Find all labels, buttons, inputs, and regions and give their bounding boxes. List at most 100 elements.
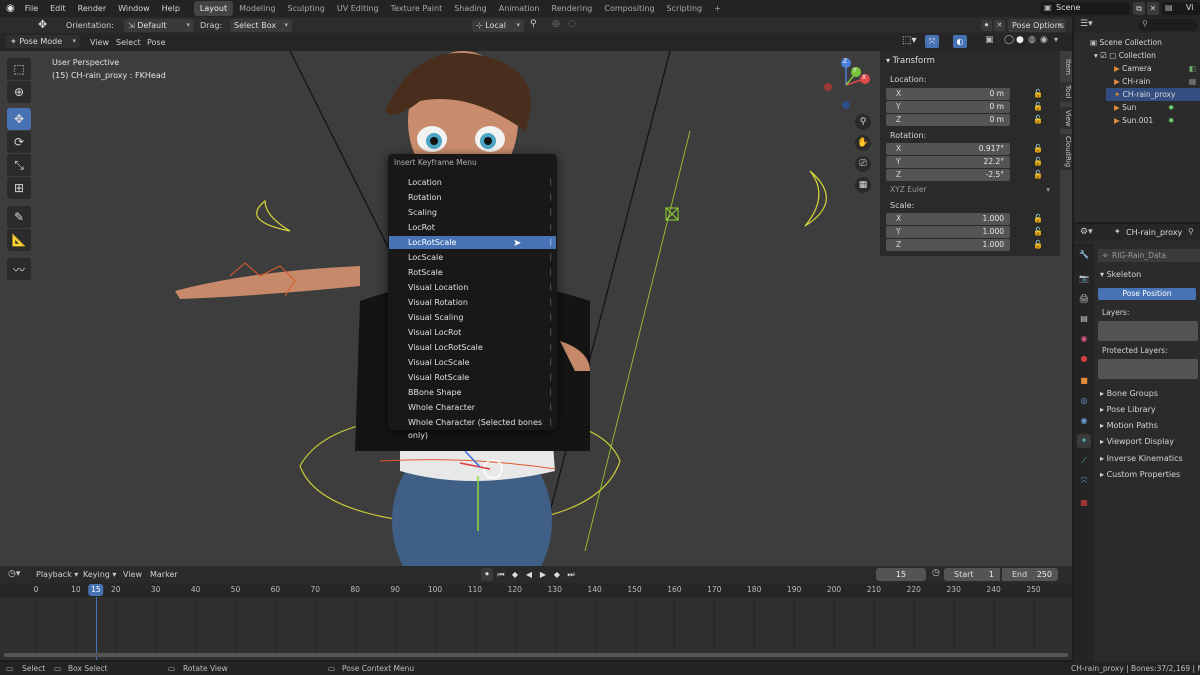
zoom-icon[interactable]: ⚲ bbox=[855, 114, 871, 130]
tab-tool[interactable]: Tool bbox=[1060, 82, 1072, 102]
lock-icon[interactable]: 🔓 bbox=[1033, 214, 1043, 223]
armature-data-tab-icon[interactable]: ✦ bbox=[1077, 434, 1091, 448]
tab-sculpting[interactable]: Sculpting bbox=[282, 1, 331, 16]
menu-item-visual-rotation[interactable]: Visual Rotation | bbox=[389, 296, 556, 309]
rotation-z-field[interactable]: Z -2.5° bbox=[886, 169, 1010, 181]
tab-cloudrig[interactable]: CloudRig bbox=[1060, 134, 1072, 170]
protected-layers-grid[interactable] bbox=[1098, 359, 1198, 379]
lock-icon[interactable]: 🔓 bbox=[1033, 102, 1043, 111]
jump-start-icon[interactable]: ⏮ bbox=[495, 568, 507, 581]
panel-bone-groups[interactable]: ▸ Bone Groups bbox=[1100, 389, 1158, 398]
scene-tab-icon[interactable]: ◉ bbox=[1077, 332, 1091, 346]
perspective-toggle-icon[interactable]: ▦ bbox=[855, 177, 871, 193]
annotate-tool-icon[interactable]: ✎ bbox=[7, 206, 31, 228]
location-z-field[interactable]: Z 0 m bbox=[886, 114, 1010, 126]
close-icon[interactable]: ✕ bbox=[994, 20, 1005, 31]
pivot-icon[interactable]: ◌ bbox=[568, 19, 576, 29]
menu-item-visual-location[interactable]: Visual Location | bbox=[389, 281, 556, 294]
render-tab-icon[interactable]: 📷 bbox=[1077, 272, 1091, 286]
menu-view[interactable]: View bbox=[90, 36, 109, 49]
pose-position-button[interactable]: Pose Position bbox=[1098, 288, 1196, 300]
drag-dropdown[interactable]: Select Box ▾ bbox=[230, 19, 292, 32]
blender-logo-icon[interactable]: ◉ bbox=[6, 3, 15, 14]
skeleton-panel-header[interactable]: ▾ Skeleton bbox=[1100, 270, 1141, 279]
bone-size-tool-icon[interactable]: 〰 bbox=[7, 258, 31, 280]
tab-item[interactable]: Item bbox=[1060, 56, 1072, 78]
close-scene-icon[interactable]: ✕ bbox=[1147, 2, 1159, 15]
menu-item-locrotscale[interactable]: LocRotScale | ➤ bbox=[389, 236, 556, 249]
menu-item-whole-character[interactable]: Whole Character | bbox=[389, 401, 556, 414]
menu-select[interactable]: Select bbox=[116, 36, 141, 49]
menu-help[interactable]: Help bbox=[156, 0, 186, 17]
menu-item-visual-locrot[interactable]: Visual LocRot | bbox=[389, 326, 556, 339]
armature-data-field[interactable]: ✧ RIG-Rain_Data bbox=[1098, 249, 1200, 262]
lock-icon[interactable]: 🔓 bbox=[1033, 157, 1043, 166]
menu-item-visual-scaling[interactable]: Visual Scaling | bbox=[389, 311, 556, 324]
play-icon[interactable]: ▶ bbox=[537, 568, 549, 581]
tab-compositing[interactable]: Compositing bbox=[598, 1, 660, 16]
move-tool-icon[interactable]: ✥ bbox=[7, 108, 31, 130]
panel-custom-properties[interactable]: ▸ Custom Properties bbox=[1100, 470, 1180, 479]
tool-tab-icon[interactable]: 🔧 bbox=[1077, 248, 1091, 262]
outliner-row-sun-001[interactable]: ▶ Sun.001 ✹ bbox=[1114, 114, 1198, 127]
transform-space-dropdown[interactable]: ⊹ Local ▾ bbox=[472, 19, 524, 32]
outliner-search-input[interactable]: ⚲ bbox=[1138, 19, 1198, 31]
layers-grid[interactable] bbox=[1098, 321, 1198, 341]
menu-item-rotation[interactable]: Rotation | bbox=[389, 191, 556, 204]
scene-selector[interactable]: ▣ Scene bbox=[1040, 2, 1130, 15]
timeline-scrollbar[interactable] bbox=[4, 653, 1068, 657]
navigation-gizmo[interactable]: Z Y X bbox=[822, 57, 872, 111]
tab-animation[interactable]: Animation bbox=[493, 1, 546, 16]
tab-uv-editing[interactable]: UV Editing bbox=[331, 1, 385, 16]
overlays-toggle-icon[interactable]: ◐ bbox=[953, 35, 967, 48]
object-tab-icon[interactable]: ■ bbox=[1077, 374, 1091, 388]
scale-tool-icon[interactable]: ⤡ bbox=[7, 154, 31, 176]
timeline-menu-view[interactable]: View bbox=[123, 568, 142, 581]
view-layer-tab-icon[interactable]: ▤ bbox=[1077, 312, 1091, 326]
outliner-row-camera[interactable]: ▶ Camera ◧ bbox=[1114, 62, 1198, 75]
outliner-row-collection[interactable]: ▾ ☑ ▢ Collection bbox=[1094, 49, 1156, 62]
outliner-row-ch-rain[interactable]: ▶ CH-rain ▤ bbox=[1114, 75, 1198, 88]
auto-keying-icon[interactable]: ⏺ bbox=[981, 20, 992, 31]
record-icon[interactable]: ⏺ bbox=[481, 568, 493, 581]
menu-item-locrot[interactable]: LocRot | bbox=[389, 221, 556, 234]
end-frame-field[interactable]: End 250 bbox=[1002, 568, 1058, 581]
timeline-editor-icon[interactable]: ◷▾ bbox=[8, 569, 20, 579]
menu-edit[interactable]: Edit bbox=[44, 0, 72, 17]
next-keyframe-icon[interactable]: ◆ bbox=[551, 568, 563, 581]
menu-window[interactable]: Window bbox=[112, 0, 156, 17]
menu-item-visual-locscale[interactable]: Visual LocScale | bbox=[389, 356, 556, 369]
menu-item-locscale[interactable]: LocScale | bbox=[389, 251, 556, 264]
rotation-x-field[interactable]: X 0.917° bbox=[886, 143, 1010, 155]
bone-constraint-tab-icon[interactable]: ⤧ bbox=[1077, 474, 1091, 488]
add-workspace-button[interactable]: + bbox=[708, 1, 727, 16]
outliner-row-scene-collection[interactable]: ▣ Scene Collection bbox=[1090, 36, 1162, 49]
lock-icon[interactable]: 🔓 bbox=[1033, 89, 1043, 98]
tab-rendering[interactable]: Rendering bbox=[546, 1, 599, 16]
shading-wireframe-icon[interactable]: ◯ bbox=[1004, 35, 1014, 45]
orientation-dropdown[interactable]: ⇲ Default ▾ bbox=[124, 19, 194, 32]
location-x-field[interactable]: X 0 m bbox=[886, 88, 1010, 100]
tab-scripting[interactable]: Scripting bbox=[661, 1, 709, 16]
timeline-menu-marker[interactable]: Marker bbox=[150, 568, 178, 581]
lock-icon[interactable]: 🔓 bbox=[1033, 240, 1043, 249]
rotation-y-field[interactable]: Y 22.2° bbox=[886, 156, 1010, 168]
camera-view-icon[interactable]: ⎚ bbox=[855, 156, 871, 172]
panel-viewport-display[interactable]: ▸ Viewport Display bbox=[1100, 437, 1174, 446]
menu-file[interactable]: File bbox=[19, 0, 44, 17]
snap-icon[interactable]: ⚲ bbox=[530, 19, 537, 29]
cursor-tool-icon[interactable]: ⊕ bbox=[7, 81, 31, 103]
jump-end-icon[interactable]: ⏭ bbox=[565, 568, 577, 581]
outliner-row-sun[interactable]: ▶ Sun ✹ bbox=[1114, 101, 1198, 114]
location-y-field[interactable]: Y 0 m bbox=[886, 101, 1010, 113]
scale-y-field[interactable]: Y 1.000 bbox=[886, 226, 1010, 238]
texture-tab-icon[interactable]: ▦ bbox=[1077, 496, 1091, 510]
tab-texture-paint[interactable]: Texture Paint bbox=[385, 1, 449, 16]
timeline-menu-keying[interactable]: Keying ▾ bbox=[83, 568, 116, 581]
menu-render[interactable]: Render bbox=[72, 0, 112, 17]
proportional-icon[interactable]: ◎ bbox=[552, 19, 560, 29]
shading-rendered-icon[interactable]: ◉ bbox=[1040, 35, 1048, 45]
lock-icon[interactable]: 🔓 bbox=[1033, 170, 1043, 179]
copy-scene-icon[interactable]: ⧉ bbox=[1133, 2, 1145, 15]
menu-item-location[interactable]: Location | bbox=[389, 176, 556, 189]
